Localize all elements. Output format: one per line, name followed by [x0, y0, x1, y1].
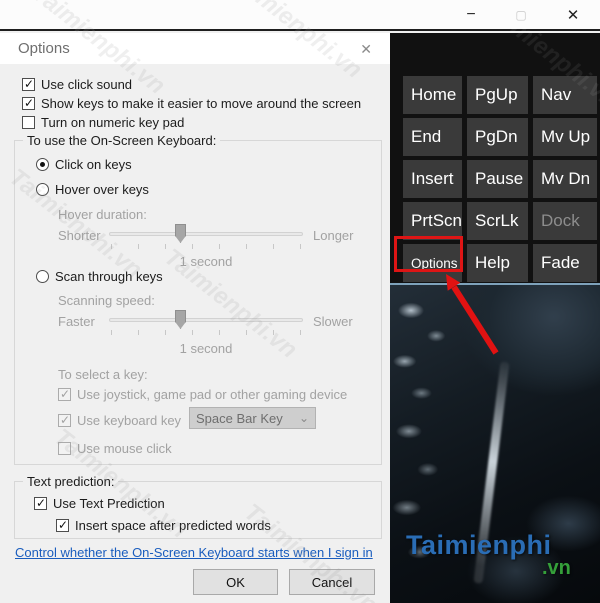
checkbox-label: Insert space after predicted words: [75, 518, 271, 533]
radio-label: Click on keys: [55, 157, 132, 172]
osk-key-end[interactable]: End: [403, 118, 462, 156]
osk-key-help[interactable]: Help: [467, 244, 528, 282]
ok-button[interactable]: OK: [193, 569, 278, 595]
checkbox-label: Use click sound: [41, 77, 133, 92]
checkbox-icon[interactable]: [22, 116, 35, 129]
checkbox-icon[interactable]: [22, 77, 35, 91]
startup-settings-link[interactable]: Control whether the On-Screen Keyboard s…: [15, 545, 373, 560]
maximize-icon[interactable]: ▢: [504, 0, 538, 29]
slider-ticks: [111, 330, 303, 335]
scanning-speed-label: Scanning speed:: [58, 293, 155, 308]
slider-thumb[interactable]: [175, 224, 186, 243]
checkbox-icon: [58, 387, 71, 401]
checkbox-icon: [58, 442, 71, 455]
osk-key-nav[interactable]: Nav: [533, 76, 597, 114]
radio-label: Hover over keys: [55, 182, 149, 197]
checkbox-label: Use Text Prediction: [53, 496, 165, 511]
checkbox-keyboard-key: Use keyboard key: [58, 413, 181, 428]
osk-key-prtscn[interactable]: PrtScn: [403, 202, 462, 240]
radio-hover-over-keys[interactable]: Hover over keys: [36, 182, 149, 197]
checkbox-label: Use mouse click: [77, 441, 172, 456]
radio-label: Scan through keys: [55, 269, 163, 284]
osk-panel: Home PgUp Nav End PgDn Mv Up Insert Paus…: [390, 33, 600, 603]
checkbox-label: Use keyboard key: [77, 413, 182, 428]
scanning-speed-slider[interactable]: [109, 310, 303, 329]
checkbox-label: Turn on numeric key pad: [41, 115, 185, 130]
dialog-close-icon[interactable]: ✕: [356, 39, 376, 60]
osk-key-insert[interactable]: Insert: [403, 160, 462, 198]
osk-key-scrlk[interactable]: ScrLk: [467, 202, 528, 240]
checkbox-icon[interactable]: [56, 518, 69, 532]
watermark-brand: Taimienphi: [406, 530, 552, 560]
checkbox-label: Show keys to make it easier to move arou…: [41, 96, 362, 111]
dialog-titlebar: Options ✕: [0, 33, 390, 64]
slider-thumb[interactable]: [175, 310, 186, 329]
dialog-title: Options: [18, 40, 70, 57]
options-dialog: Options ✕ Use click sound Show keys to m…: [0, 33, 390, 603]
checkbox-use-text-prediction[interactable]: Use Text Prediction: [34, 496, 165, 511]
scan-faster-label: Faster: [58, 314, 95, 329]
osk-key-pause[interactable]: Pause: [467, 160, 528, 198]
use-keyboard-group: To use the On-Screen Keyboard: Click on …: [14, 133, 382, 465]
osk-key-mvdn[interactable]: Mv Dn: [533, 160, 597, 198]
radio-icon[interactable]: [36, 183, 49, 196]
checkbox-icon: [58, 413, 71, 427]
checkbox-numeric-keypad[interactable]: Turn on numeric key pad: [22, 115, 184, 130]
red-highlight-box: [394, 236, 463, 272]
checkbox-icon[interactable]: [22, 96, 35, 110]
keyboard-key-dropdown: Space Bar Key ⌄: [189, 407, 316, 429]
osk-key-fade[interactable]: Fade: [533, 244, 597, 282]
osk-key-pgdn[interactable]: PgDn: [467, 118, 528, 156]
close-icon[interactable]: ✕: [556, 0, 590, 29]
checkbox-use-click-sound[interactable]: Use click sound: [22, 77, 132, 92]
checkbox-icon[interactable]: [34, 496, 47, 510]
osk-key-pgup[interactable]: PgUp: [467, 76, 528, 114]
host-titlebar: − ▢ ✕: [0, 0, 600, 31]
scan-slower-label: Slower: [313, 314, 353, 329]
radio-icon[interactable]: [36, 270, 49, 283]
osk-key-dock[interactable]: Dock: [533, 202, 597, 240]
dropdown-value: Space Bar Key: [196, 410, 283, 426]
radio-icon[interactable]: [36, 158, 49, 171]
radio-scan-through-keys[interactable]: Scan through keys: [36, 269, 163, 284]
scanning-speed-value: 1 second: [179, 341, 233, 356]
slider-ticks: [111, 244, 303, 249]
osk-key-home[interactable]: Home: [403, 76, 462, 114]
osk-key-mvup[interactable]: Mv Up: [533, 118, 597, 156]
chevron-down-icon: ⌄: [298, 411, 309, 425]
radio-click-on-keys[interactable]: Click on keys: [36, 157, 132, 172]
group-title: To use the On-Screen Keyboard:: [23, 133, 221, 148]
checkbox-joystick: Use joystick, game pad or other gaming d…: [58, 387, 347, 402]
hover-duration-slider[interactable]: [109, 224, 303, 243]
hover-longer-label: Longer: [313, 228, 354, 243]
checkbox-insert-space[interactable]: Insert space after predicted words: [56, 518, 271, 533]
text-prediction-group: Text prediction: Use Text Prediction Ins…: [14, 474, 382, 539]
minimize-icon[interactable]: −: [454, 0, 488, 29]
checkbox-show-keys[interactable]: Show keys to make it easier to move arou…: [22, 96, 361, 111]
checkbox-mouse-click: Use mouse click: [58, 441, 172, 456]
checkbox-label: Use joystick, game pad or other gaming d…: [77, 387, 348, 402]
hover-duration-label: Hover duration:: [58, 207, 147, 222]
hover-duration-value: 1 second: [179, 254, 233, 269]
select-key-label: To select a key:: [58, 367, 148, 382]
hover-shorter-label: Shorter: [58, 228, 101, 243]
watermark-suffix: .vn: [542, 557, 571, 579]
cancel-button[interactable]: Cancel: [289, 569, 375, 595]
group-title: Text prediction:: [23, 474, 119, 489]
